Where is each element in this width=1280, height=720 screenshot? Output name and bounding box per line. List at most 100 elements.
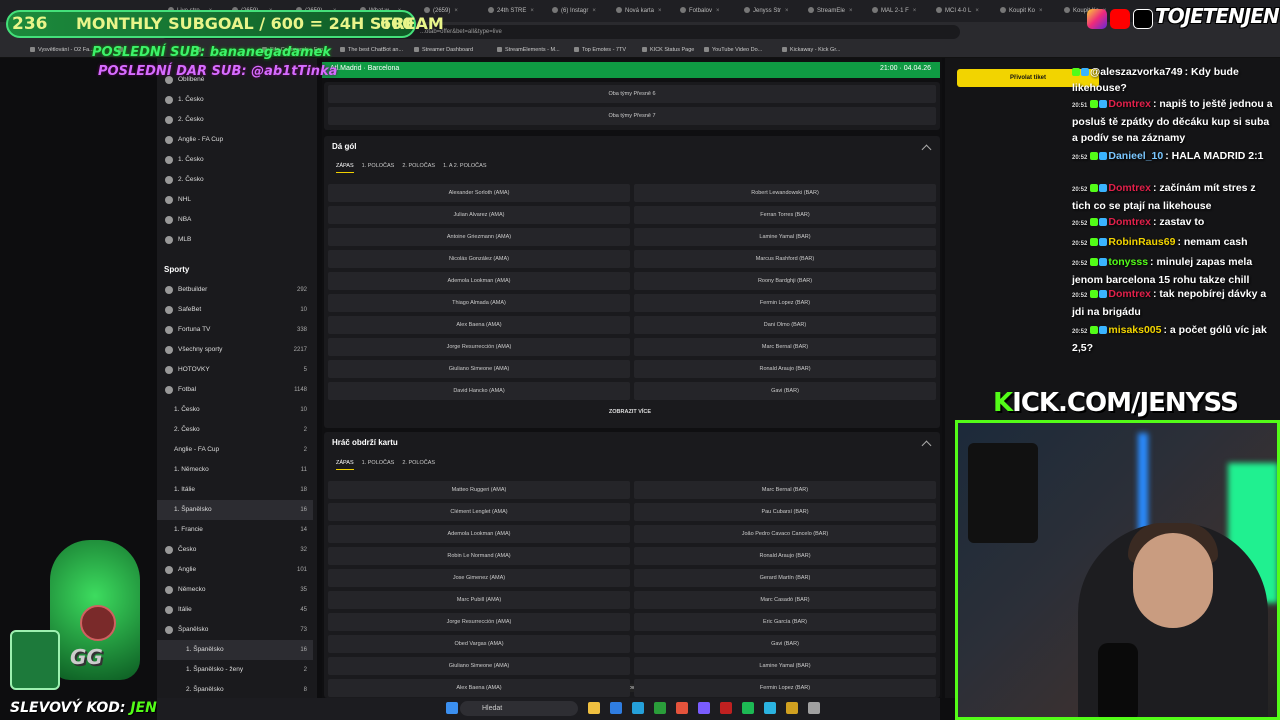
chat-username[interactable]: Domtrex <box>1108 216 1151 228</box>
chat-username[interactable]: tonysss <box>1108 256 1148 268</box>
close-tab-icon[interactable]: × <box>658 8 662 14</box>
bet-option[interactable]: Oba týmy Přesně 7 <box>328 107 936 125</box>
browser-tab[interactable]: Nová karta × <box>608 3 670 19</box>
sidebar-item[interactable]: Betbuilder 292 <box>157 280 313 300</box>
taskbar-app-icon[interactable] <box>676 702 688 714</box>
sidebar-item[interactable]: 2. Česko <box>157 170 313 190</box>
market-tab[interactable]: 1. POLOČAS <box>362 460 395 466</box>
bet-option[interactable]: Pau Cubarsí (BAR) <box>634 503 936 521</box>
close-tab-icon[interactable]: × <box>975 8 979 14</box>
sidebar-item[interactable]: 2. Česko 2 <box>157 420 313 440</box>
bet-option[interactable]: Matteo Ruggeri (AMA) <box>328 481 630 499</box>
bet-option[interactable]: Alex Baena (AMA) <box>328 679 630 697</box>
collapse-icon[interactable] <box>921 144 932 155</box>
chat-username[interactable]: Danieel_10 <box>1108 150 1163 162</box>
bet-option[interactable]: David Hancko (AMA) <box>328 382 630 400</box>
bet-option[interactable]: Roony Bardghji (BAR) <box>634 272 936 290</box>
sidebar-item[interactable]: NHL <box>157 190 313 210</box>
sidebar-item[interactable]: HOTOVKY 5 <box>157 360 313 380</box>
bet-option[interactable]: Fermin Lopez (BAR) <box>634 679 936 697</box>
bet-option[interactable]: Marc Pubill (AMA) <box>328 591 630 609</box>
bet-option[interactable]: Ronald Araujo (BAR) <box>634 360 936 378</box>
browser-tab[interactable]: Fotbalov × <box>672 3 734 19</box>
taskbar-app-icon[interactable] <box>786 702 798 714</box>
taskbar-app-icon[interactable] <box>764 702 776 714</box>
bet-option[interactable]: Lamine Yamal (BAR) <box>634 657 936 675</box>
bookmark-item[interactable]: StreamElements - M... <box>497 44 560 56</box>
sidebar-item[interactable]: 1. Česko 10 <box>157 400 313 420</box>
bookmark-item[interactable]: Streamer Dashboard <box>414 44 473 56</box>
market-tab[interactable]: ZÁPAS <box>336 163 354 173</box>
close-tab-icon[interactable]: × <box>849 8 853 14</box>
bet-option[interactable]: Robert Lewandowski (BAR) <box>634 184 936 202</box>
sidebar-item[interactable]: Itálie 45 <box>157 600 313 620</box>
chat-username[interactable]: @aleszazvorka749 <box>1090 66 1183 78</box>
market-tab[interactable]: 1. A 2. POLOČAS <box>443 163 486 169</box>
sidebar-item[interactable]: Anglie 101 <box>157 560 313 580</box>
sidebar-item[interactable]: 1. Itálie 18 <box>157 480 313 500</box>
taskbar-app-icon[interactable] <box>654 702 666 714</box>
sidebar-item[interactable]: 1. Česko <box>157 90 313 110</box>
browser-tab[interactable]: StreamEle × <box>800 3 862 19</box>
sidebar-item[interactable]: Španělsko 73 <box>157 620 313 640</box>
browser-tab[interactable]: MCI 4-0 L × <box>928 3 990 19</box>
bet-option[interactable]: Fermin Lopez (BAR) <box>634 294 936 312</box>
taskbar-app-icon[interactable] <box>808 702 820 714</box>
sidebar-item[interactable]: SafeBet 10 <box>157 300 313 320</box>
sidebar-item[interactable]: 1. Německo 11 <box>157 460 313 480</box>
bet-option[interactable]: Giuliano Simeone (AMA) <box>328 360 630 378</box>
bet-option[interactable]: Eric García (BAR) <box>634 613 936 631</box>
sidebar-item[interactable]: MLB <box>157 230 313 250</box>
sidebar-item[interactable]: Anglie - FA Cup <box>157 130 313 150</box>
sidebar-item[interactable]: Všechny sporty 2217 <box>157 340 313 360</box>
sidebar-item[interactable]: 1. Francie 14 <box>157 520 313 540</box>
collapse-icon[interactable] <box>921 440 932 451</box>
bookmark-item[interactable]: Vysvětlování - O2 Fa... <box>30 44 94 56</box>
bookmark-item[interactable]: YouTube Video Do... <box>704 44 762 56</box>
sidebar-item[interactable]: 1. Španělsko - ženy 2 <box>157 660 313 680</box>
bet-option[interactable]: Alex Baena (AMA) <box>328 316 630 334</box>
close-tab-icon[interactable]: × <box>785 8 789 14</box>
bet-option[interactable]: Ademola Lookman (AMA) <box>328 272 630 290</box>
market-tab[interactable]: 2. POLOČAS <box>402 163 435 169</box>
bet-option[interactable]: Gavi (BAR) <box>634 635 936 653</box>
bet-option[interactable]: Lamine Yamal (BAR) <box>634 228 936 246</box>
sidebar-item[interactable]: 2. Česko <box>157 110 313 130</box>
bet-option[interactable]: Jorge Resurrección (AMA) <box>328 613 630 631</box>
bet-option[interactable]: Marcus Rashford (BAR) <box>634 250 936 268</box>
sidebar-item[interactable]: 2. Španělsko 8 <box>157 680 313 700</box>
bet-option[interactable]: Ferran Torres (BAR) <box>634 206 936 224</box>
bet-option[interactable]: Gavi (BAR) <box>634 382 936 400</box>
chat-username[interactable]: misaks005 <box>1108 324 1161 336</box>
bet-option[interactable]: Alexander Sorloth (AMA) <box>328 184 630 202</box>
bet-option[interactable]: Clément Lenglet (AMA) <box>328 503 630 521</box>
bet-option[interactable]: Julian Alvarez (AMA) <box>328 206 630 224</box>
bookmark-item[interactable]: KICK Status Page <box>642 44 694 56</box>
taskbar-app-icon[interactable] <box>742 702 754 714</box>
browser-tab[interactable]: Jenyss Str × <box>736 3 798 19</box>
sidebar-item[interactable]: Česko 32 <box>157 540 313 560</box>
close-tab-icon[interactable]: × <box>716 8 720 14</box>
bookmark-item[interactable]: Kickaway - Kick Gr... <box>782 44 840 56</box>
sidebar-item[interactable]: Německo 35 <box>157 580 313 600</box>
windows-start-icon[interactable] <box>446 702 458 714</box>
market-tab[interactable]: ZÁPAS <box>336 460 354 470</box>
close-tab-icon[interactable]: × <box>592 8 596 14</box>
taskbar-search[interactable]: Hledat <box>460 701 578 716</box>
market-tab[interactable]: 1. POLOČAS <box>362 163 395 169</box>
sidebar-item[interactable]: Fortuna TV 338 <box>157 320 313 340</box>
browser-tab[interactable]: (6) Instagr × <box>544 3 606 19</box>
close-tab-icon[interactable]: × <box>530 8 534 14</box>
bet-option[interactable]: João Pedro Cavaco Cancelo (BAR) <box>634 525 936 543</box>
sidebar-item[interactable]: 1. Španělsko 16 <box>157 640 313 660</box>
bet-option[interactable]: Dani Olmo (BAR) <box>634 316 936 334</box>
bet-option[interactable]: Gerard Martín (BAR) <box>634 569 936 587</box>
bet-option[interactable]: Marc Bernal (BAR) <box>634 481 936 499</box>
sidebar-item[interactable]: Anglie - FA Cup 2 <box>157 440 313 460</box>
bet-option[interactable]: Ademola Lookman (AMA) <box>328 525 630 543</box>
bookmark-item[interactable]: Top Emotes - 7TV <box>574 44 626 56</box>
browser-tab[interactable]: Koupit Ko× <box>992 3 1054 19</box>
bet-option[interactable]: Thiago Almada (AMA) <box>328 294 630 312</box>
show-more-button[interactable]: ZOBRAZIT VÍCE <box>560 409 700 415</box>
bet-option[interactable]: Nicolás González (AMA) <box>328 250 630 268</box>
